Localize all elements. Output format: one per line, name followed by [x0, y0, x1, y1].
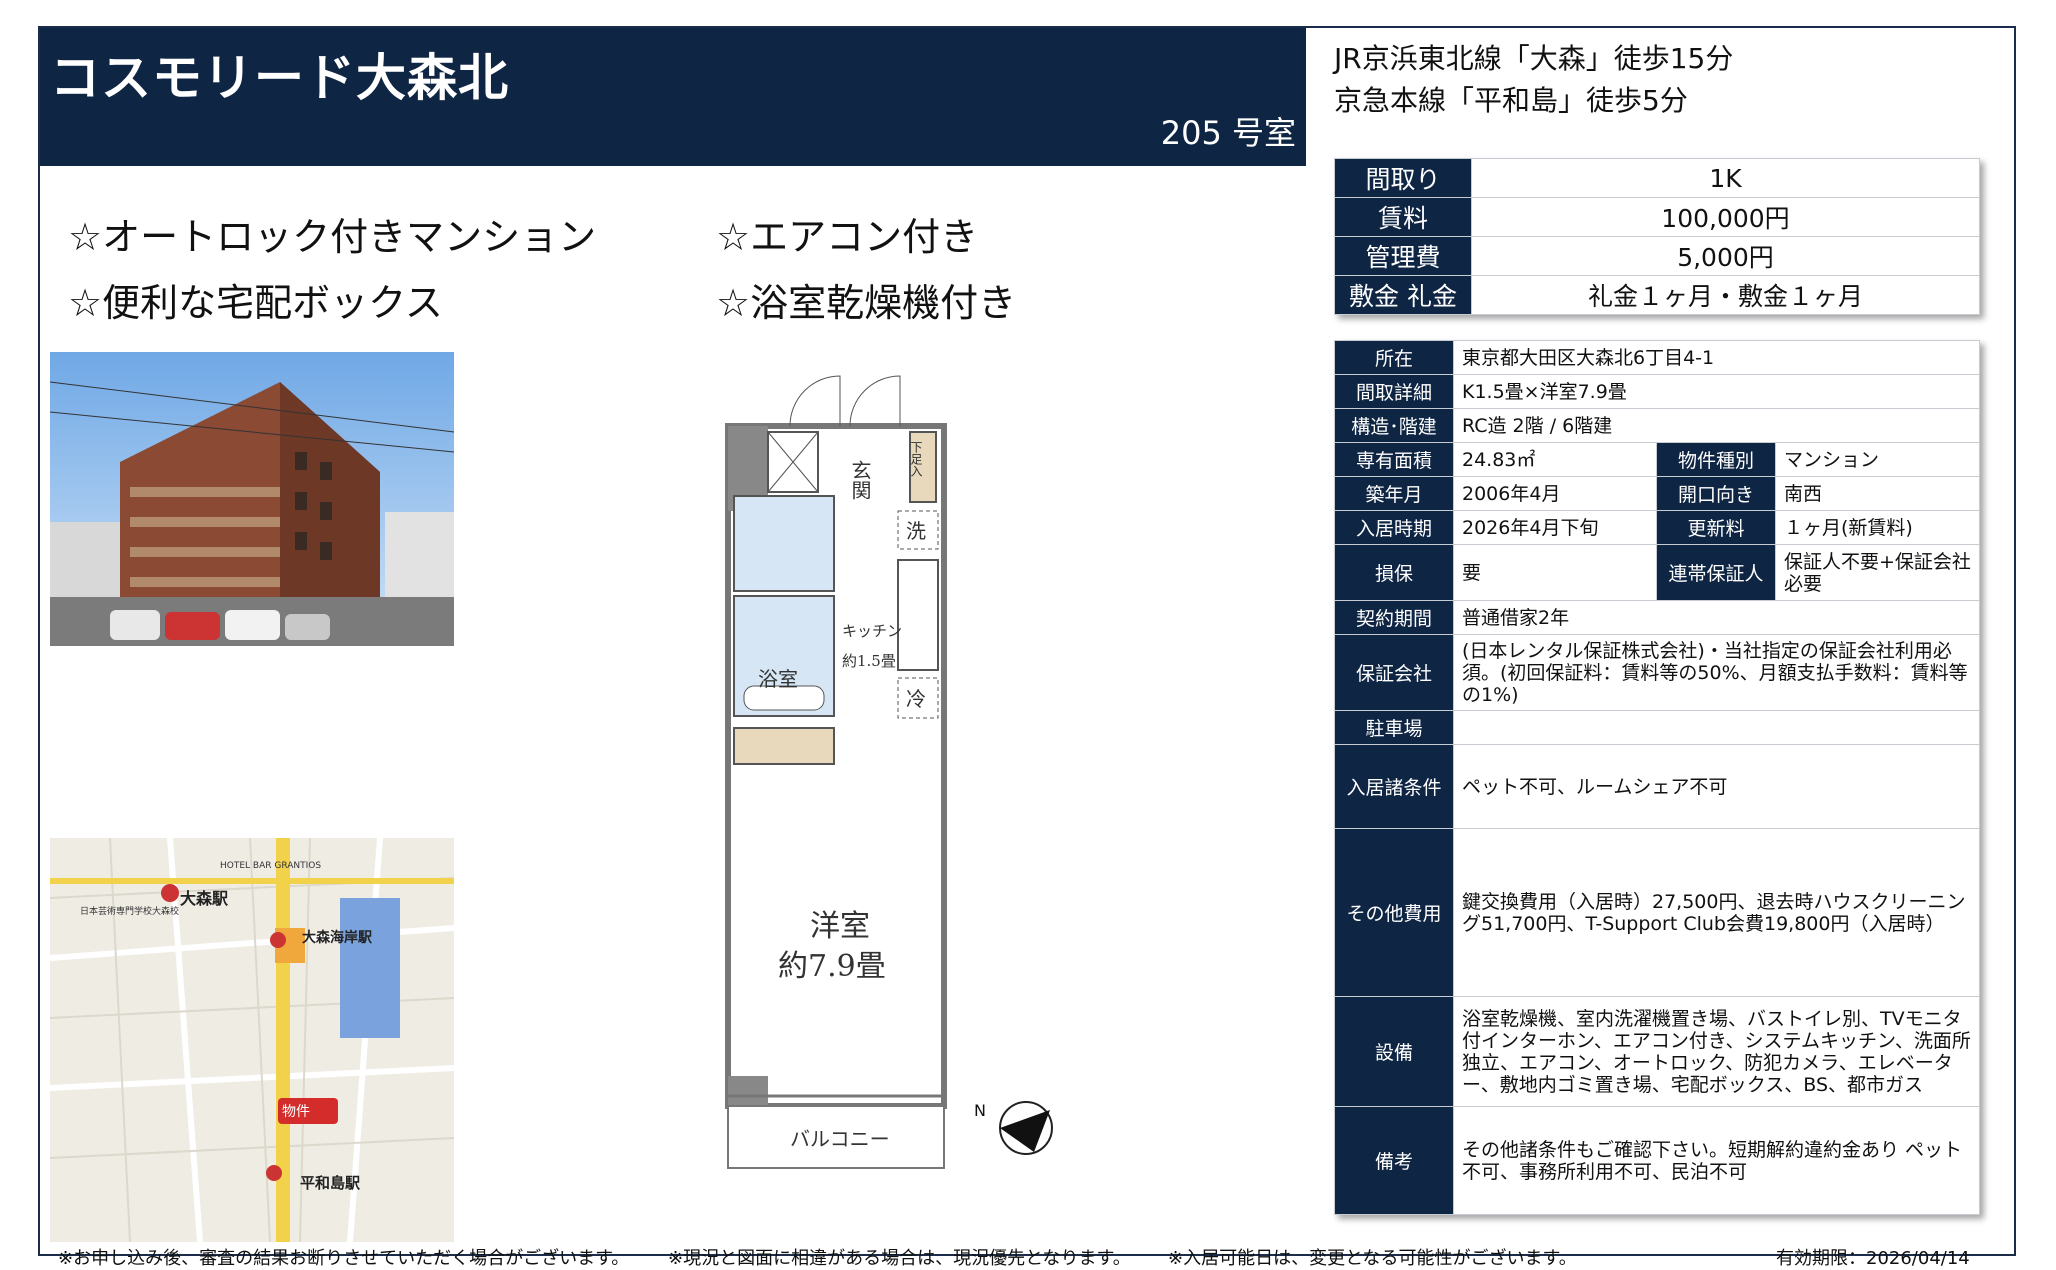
detail-value: 普通借家2年	[1453, 600, 1980, 635]
table-row: 築年月 2006年4月 開口向き 南西	[1334, 476, 1980, 511]
detail-value: 鍵交換費用（入居時）27,500円、退去時ハウスクリーニング51,700円、T-…	[1453, 828, 1980, 997]
detail-value: ペット不可、ルームシェア不可	[1453, 744, 1980, 829]
summary-label: 敷金 礼金	[1334, 275, 1472, 315]
access-line: 京急本線「平和島」徒歩5分	[1334, 84, 1688, 117]
summary-label: 賃料	[1334, 197, 1472, 237]
table-row: 賃料 100,000円	[1334, 197, 1980, 237]
property-marker: 物件	[282, 1104, 310, 1120]
detail-label: 備考	[1334, 1106, 1454, 1215]
detail-label: 入居時期	[1334, 510, 1454, 545]
room-number: 205 号室	[1160, 114, 1296, 152]
detail-label: 所在	[1334, 340, 1454, 375]
detail-label: その他費用	[1334, 828, 1454, 997]
detail-value: 2026年4月下旬	[1453, 510, 1657, 545]
feature-item: ☆エアコン付き	[716, 215, 979, 259]
detail-label: 間取詳細	[1334, 374, 1454, 409]
details-table: 所在 東京都大田区大森北6丁目4-1 間取詳細 K1.5畳×洋室7.9畳 構造･…	[1334, 340, 1980, 1215]
plan-entrance-label: 玄関	[848, 460, 872, 500]
table-row: 間取り 1K	[1334, 158, 1980, 198]
detail-value: 保証人不要+保証会社必要	[1775, 544, 1980, 601]
svg-text:N: N	[974, 1101, 986, 1120]
footer-note: ※お申し込み後、審査の結果お断りさせていただく場合がございます。	[58, 1248, 630, 1269]
footer-note: ※入居可能日は、変更となる可能性がございます。	[1168, 1248, 1577, 1269]
detail-label: 専有面積	[1334, 442, 1454, 477]
detail-value: その他諸条件もご確認下さい。短期解約違約金あり ペット不可、事務所利用不可、民泊…	[1453, 1106, 1980, 1215]
compass-icon: N	[972, 1096, 1056, 1160]
area-map: 物件 大森駅 大森海岸駅 平和島駅 HOTEL BAR GRANTIOS 日本芸…	[50, 838, 454, 1242]
map-station-label: 大森海岸駅	[302, 929, 373, 946]
property-name: コスモリード大森北	[50, 49, 509, 107]
feature-item: ☆便利な宅配ボックス	[68, 281, 443, 325]
table-row: 契約期間 普通借家2年	[1334, 600, 1980, 635]
validity-date: 有効期限：2026/04/14	[1776, 1248, 1970, 1269]
access-line: JR京浜東北線「大森」徒歩15分	[1334, 42, 1734, 75]
detail-value: 要	[1453, 544, 1657, 601]
map-station-label: 平和島駅	[300, 1174, 361, 1192]
detail-label: 築年月	[1334, 476, 1454, 511]
detail-value: (日本レンタル保証株式会社)・当社指定の保証会社利用必須。(初回保証料：賃料等の…	[1453, 634, 1980, 711]
table-row: 間取詳細 K1.5畳×洋室7.9畳	[1334, 374, 1980, 409]
footer-note: ※現況と図面に相違がある場合は、現況優先となります。	[668, 1248, 1131, 1269]
plan-room-size: 約7.9畳	[778, 949, 886, 984]
detail-label: 駐車場	[1334, 710, 1454, 745]
detail-value: １ヶ月(新賃料)	[1775, 510, 1980, 545]
plan-room-label: 洋室	[810, 909, 870, 944]
summary-value: 1K	[1471, 158, 1980, 198]
feature-item: ☆オートロック付きマンション	[68, 215, 597, 259]
detail-label: 契約期間	[1334, 600, 1454, 635]
detail-value: K1.5畳×洋室7.9畳	[1453, 374, 1980, 409]
plan-fridge-label: 冷	[906, 687, 926, 711]
detail-label: 構造･階建	[1334, 408, 1454, 443]
summary-table: 間取り 1K 賃料 100,000円 管理費 5,000円 敷金 礼金 礼金１ヶ…	[1334, 158, 1980, 315]
detail-value: 24.83㎡	[1453, 442, 1657, 477]
plan-kitchen-label: キッチン	[842, 622, 902, 640]
detail-label: 連帯保証人	[1656, 544, 1776, 601]
table-row: その他費用 鍵交換費用（入居時）27,500円、退去時ハウスクリーニング51,7…	[1334, 828, 1980, 997]
table-row: 備考 その他諸条件もご確認下さい。短期解約違約金あり ペット不可、事務所利用不可…	[1334, 1106, 1980, 1215]
table-row: 損保 要 連帯保証人 保証人不要+保証会社必要	[1334, 544, 1980, 601]
detail-value	[1453, 710, 1980, 745]
table-row: 駐車場	[1334, 710, 1980, 745]
detail-value: 2006年4月	[1453, 476, 1657, 511]
map-station-label: 大森駅	[180, 889, 229, 908]
summary-value: 礼金１ヶ月・敷金１ヶ月	[1471, 275, 1980, 315]
detail-label: 更新料	[1656, 510, 1776, 545]
detail-value: 東京都大田区大森北6丁目4-1	[1453, 340, 1980, 375]
building-photo	[50, 352, 454, 646]
plan-balcony-label: バルコニー	[790, 1127, 890, 1151]
detail-label: 損保	[1334, 544, 1454, 601]
detail-label: 開口向き	[1656, 476, 1776, 511]
summary-label: 間取り	[1334, 158, 1472, 198]
table-row: 管理費 5,000円	[1334, 236, 1980, 276]
plan-bath-label: 浴室	[758, 667, 798, 691]
detail-label: 設備	[1334, 996, 1454, 1107]
plan-kitchen-size: 約1.5畳	[842, 652, 896, 670]
map-poi-label: 日本芸術専門学校大森校	[80, 905, 179, 917]
summary-value: 100,000円	[1471, 197, 1980, 237]
table-row: 敷金 礼金 礼金１ヶ月・敷金１ヶ月	[1334, 275, 1980, 315]
feature-item: ☆浴室乾燥機付き	[716, 281, 1017, 325]
table-row: 専有面積 24.83㎡ 物件種別 マンション	[1334, 442, 1980, 477]
table-row: 構造･階建 RC造 2階 / 6階建	[1334, 408, 1980, 443]
floor-plan: 玄関 下足入 洗 キッチン 約1.5畳 冷 浴室 洋室 約7.9畳 バルコニー	[720, 356, 1070, 1176]
plan-washer-label: 洗	[906, 519, 926, 543]
summary-value: 5,000円	[1471, 236, 1980, 276]
map-poi-label: HOTEL BAR GRANTIOS	[220, 861, 321, 871]
detail-label: 保証会社	[1334, 634, 1454, 711]
detail-label: 物件種別	[1656, 442, 1776, 477]
detail-value: RC造 2階 / 6階建	[1453, 408, 1980, 443]
detail-value: 浴室乾燥機、室内洗濯機置き場、バストイレ別、TVモニタ付インターホン、エアコン付…	[1453, 996, 1980, 1107]
detail-value: マンション	[1775, 442, 1980, 477]
access-info: JR京浜東北線「大森」徒歩15分 京急本線「平和島」徒歩5分	[1334, 38, 1733, 122]
plan-shoebox-label: 下足入	[909, 441, 923, 477]
table-row: 入居時期 2026年4月下旬 更新料 １ヶ月(新賃料)	[1334, 510, 1980, 545]
table-row: 入居諸条件 ペット不可、ルームシェア不可	[1334, 744, 1980, 829]
summary-label: 管理費	[1334, 236, 1472, 276]
table-row: 所在 東京都大田区大森北6丁目4-1	[1334, 340, 1980, 375]
table-row: 設備 浴室乾燥機、室内洗濯機置き場、バストイレ別、TVモニタ付インターホン、エア…	[1334, 996, 1980, 1107]
table-row: 保証会社 (日本レンタル保証株式会社)・当社指定の保証会社利用必須。(初回保証料…	[1334, 634, 1980, 711]
detail-label: 入居諸条件	[1334, 744, 1454, 829]
detail-value: 南西	[1775, 476, 1980, 511]
